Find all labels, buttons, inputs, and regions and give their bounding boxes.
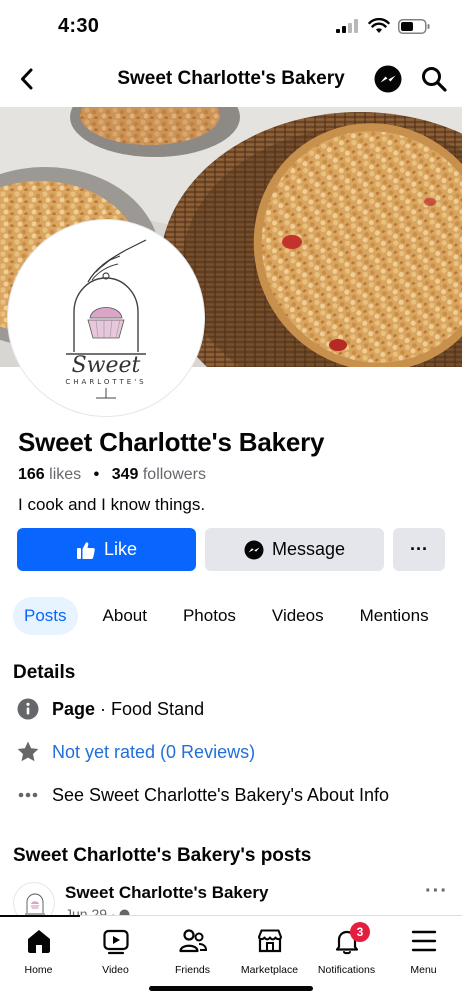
wifi-icon bbox=[368, 18, 390, 33]
status-time: 4:30 bbox=[58, 15, 100, 37]
home-icon bbox=[27, 930, 50, 953]
bottom-tab-friends-label: Friends bbox=[174, 964, 210, 976]
profile-tabs: Posts About Photos Videos Mentions bbox=[13, 597, 462, 635]
scroll-edge-line bbox=[0, 915, 80, 917]
tab-posts[interactable]: Posts bbox=[13, 597, 78, 635]
bottom-tab-friends[interactable]: Friends bbox=[154, 926, 231, 976]
about-info-link[interactable]: See Sweet Charlotte's Bakery's About Inf… bbox=[16, 783, 389, 807]
search-button[interactable] bbox=[420, 65, 448, 93]
ellipsis-icon bbox=[16, 783, 40, 807]
about-info-text: See Sweet Charlotte's Bakery's About Inf… bbox=[52, 784, 390, 805]
notification-count-badge: 3 bbox=[350, 922, 370, 942]
navigation-bar: Sweet Charlotte's Bakery bbox=[0, 56, 462, 104]
post-author-name[interactable]: Sweet Charlotte's Bakery bbox=[65, 883, 268, 903]
messenger-button[interactable] bbox=[374, 65, 402, 93]
bottom-tab-home[interactable]: Home bbox=[0, 926, 77, 976]
more-icon: ··· bbox=[410, 539, 428, 559]
info-icon bbox=[16, 697, 40, 721]
page-name: Sweet Charlotte's Bakery bbox=[18, 427, 325, 457]
bottom-tab-home-label: Home bbox=[24, 964, 53, 976]
search-icon bbox=[422, 67, 447, 92]
svg-text:Sweet: Sweet bbox=[72, 353, 141, 378]
bottom-tab-video-label: Video bbox=[102, 964, 129, 976]
cellular-signal-icon bbox=[336, 19, 358, 33]
post-options-button[interactable]: ··· bbox=[425, 880, 448, 903]
tab-photos[interactable]: Photos bbox=[172, 597, 247, 635]
status-icons bbox=[336, 18, 430, 34]
video-icon bbox=[102, 929, 129, 955]
page-type-label: Page bbox=[52, 698, 96, 719]
likes-count: 166 bbox=[18, 466, 45, 483]
star-icon bbox=[16, 740, 40, 764]
more-options-button[interactable]: ··· bbox=[393, 528, 445, 571]
home-indicator bbox=[149, 986, 313, 991]
rating-link[interactable]: Not yet rated (0 Reviews) bbox=[16, 740, 255, 764]
friends-icon bbox=[178, 929, 207, 953]
page-bio: I cook and I know things. bbox=[18, 495, 206, 514]
logo-caption: CHARLOTTE'S bbox=[65, 378, 146, 386]
bottom-tab-menu[interactable]: Menu bbox=[385, 926, 462, 976]
bakery-logo: Sweet CHARLOTTE'S bbox=[65, 239, 147, 399]
status-bar: 4:30 bbox=[0, 0, 462, 56]
message-button-label: Message bbox=[271, 539, 346, 559]
like-button-label: Like bbox=[103, 539, 138, 559]
bottom-tab-video[interactable]: Video bbox=[77, 926, 154, 976]
bottom-tab-notifications-label: Notifications bbox=[317, 964, 376, 976]
bottom-tab-notifications[interactable]: 3 Notifications bbox=[308, 922, 385, 976]
menu-icon bbox=[411, 930, 436, 952]
tab-videos[interactable]: Videos bbox=[261, 597, 335, 635]
page-category: · Food Stand bbox=[95, 698, 205, 719]
stats-separator: • bbox=[93, 466, 100, 483]
tab-about[interactable]: About bbox=[92, 597, 158, 635]
rating-text: Not yet rated (0 Reviews) bbox=[52, 741, 256, 762]
message-button[interactable]: Message bbox=[205, 528, 384, 571]
thumbs-up-icon bbox=[76, 541, 95, 559]
likes-label: likes bbox=[49, 466, 82, 483]
messenger-icon bbox=[374, 65, 402, 93]
details-heading: Details bbox=[13, 662, 76, 683]
profile-picture[interactable]: Sweet CHARLOTTE'S bbox=[8, 220, 204, 416]
battery-icon bbox=[398, 18, 430, 34]
page-stats: 166 likes • 349 followers bbox=[18, 466, 206, 484]
tab-mentions[interactable]: Mentions bbox=[349, 597, 440, 635]
bottom-tab-marketplace[interactable]: Marketplace bbox=[231, 926, 308, 976]
like-button[interactable]: Like bbox=[17, 528, 196, 571]
followers-label: followers bbox=[142, 466, 206, 483]
followers-count: 349 bbox=[111, 466, 139, 483]
bottom-tab-menu-label: Menu bbox=[410, 964, 437, 976]
bottom-tab-marketplace-label: Marketplace bbox=[240, 964, 299, 976]
page-category-row: Page · Food Stand bbox=[16, 697, 204, 721]
marketplace-icon bbox=[257, 929, 282, 953]
messenger-icon bbox=[244, 540, 264, 559]
posts-heading: Sweet Charlotte's Bakery's posts bbox=[13, 845, 312, 866]
